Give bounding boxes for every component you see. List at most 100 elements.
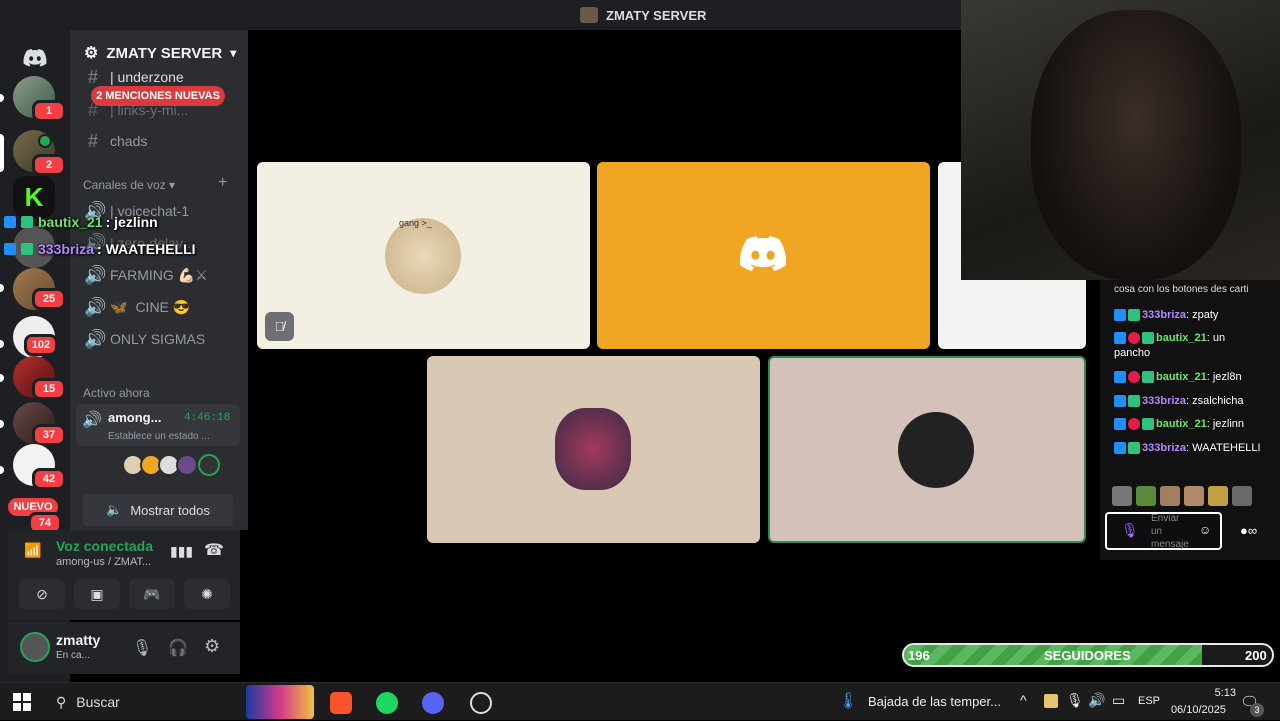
discord-logo-icon: [739, 236, 787, 277]
add-channel-icon[interactable]: +: [218, 174, 227, 192]
screen-share-button[interactable]: ▣: [74, 579, 120, 609]
username[interactable]: zmatty: [56, 632, 100, 648]
voice-channel-name[interactable]: among-us / ZMAT...: [56, 556, 151, 568]
window-title: ZMATY SERVER: [580, 7, 706, 23]
thermometer-icon: 🌡: [838, 693, 859, 710]
emote-icon[interactable]: [1112, 486, 1132, 506]
video-tile-2[interactable]: [597, 162, 930, 349]
voice-connected-panel: 📶 Voz conectada among-us / ZMAT... ▮▮▮ ☎…: [8, 530, 240, 620]
spotify-icon[interactable]: [376, 692, 398, 714]
camera-off-icon: ⊘: [36, 585, 48, 602]
microphone-tray-icon[interactable]: 🎙: [1066, 692, 1084, 709]
windows-taskbar: ⚲ Buscar 🌡 Bajada de las temper... ^ 🎙 🔊 …: [0, 682, 1280, 720]
network-icon[interactable]: ▭: [1112, 692, 1125, 709]
discord-home-icon[interactable]: [13, 36, 57, 80]
weather-text[interactable]: Bajada de las temper...: [868, 694, 1001, 709]
active-status: Establece un estado ...: [108, 431, 210, 442]
show-all-button[interactable]: 🔈 Mostrar todos: [83, 494, 233, 526]
speaker-icon: 🔊: [84, 296, 107, 317]
chat-message: 333briza: WAATEHELLI: [1114, 441, 1264, 456]
emote-icon[interactable]: [1136, 486, 1156, 506]
emoji-icon[interactable]: ☺: [1199, 523, 1211, 537]
badge-icon: [1128, 309, 1140, 322]
microphone-icon[interactable]: 🎙: [1121, 522, 1139, 539]
search-icon: ⚲: [56, 693, 67, 710]
video-tile-4[interactable]: [427, 356, 760, 543]
windows-start-icon[interactable]: [13, 693, 31, 716]
badge-icon: [21, 243, 33, 255]
user-panel: zmatty En ca... 🎙 🎧 ⚙: [8, 622, 240, 674]
badge-icon: [1114, 332, 1126, 345]
camera-off-button[interactable]: ⊘: [19, 579, 65, 609]
discord-taskbar-icon[interactable]: [422, 692, 444, 714]
unread-pill: [0, 284, 4, 292]
channel-only-sigmas[interactable]: 🔊 ONLY SIGMAS: [80, 324, 240, 354]
badge-icon: [1114, 418, 1126, 431]
emote-icon[interactable]: [1232, 486, 1252, 506]
followers-current: 196: [908, 648, 930, 663]
microphone-icon[interactable]: 🎙: [132, 638, 152, 658]
extensions-icon[interactable]: ●∞: [1240, 523, 1257, 538]
unread-pill: [0, 94, 4, 102]
overlay-chat-line-1: bautix_21 : jezlinn: [4, 214, 158, 230]
chat-message: bautix_21: un pancho: [1114, 332, 1226, 359]
gear-icon[interactable]: ⚙: [204, 636, 220, 657]
chat-message: 333briza: zsalchicha: [1114, 394, 1264, 409]
channel-farming[interactable]: 🔊 FARMING 💪🏻⚔: [80, 260, 240, 290]
unread-pill: [0, 420, 4, 428]
voice-category[interactable]: Canales de voz ▾: [83, 178, 175, 192]
badge-icon: [1128, 418, 1140, 431]
volume-icon[interactable]: 🔊: [1088, 692, 1105, 709]
channel-links[interactable]: # | links-y-mi...: [80, 98, 240, 122]
speaker-icon: 🔊: [84, 264, 107, 285]
badge-icon: [1114, 395, 1126, 408]
video-tile-5-speaking[interactable]: [768, 356, 1086, 543]
clock-time[interactable]: 5:13: [1176, 687, 1236, 699]
mention-badge: 2: [32, 154, 66, 176]
channel-sidebar: ⚙ ZMATY SERVER ▾ # | underzone 2 MENCIONE…: [70, 30, 248, 530]
badge-icon: [1128, 395, 1140, 408]
avatar[interactable]: [20, 632, 50, 662]
channel-underzone[interactable]: # | underzone: [80, 66, 240, 88]
badge-icon: [4, 243, 16, 255]
unread-pill: [0, 340, 4, 348]
active-channel-card[interactable]: 🔊 among... 4:46:18 Establece un estado .…: [76, 404, 240, 446]
active-channel-name: among...: [108, 410, 162, 425]
tray-app-icon[interactable]: [1044, 694, 1058, 708]
speaker-icon: 🔈: [106, 502, 123, 517]
headphones-icon[interactable]: 🎧: [168, 638, 188, 658]
chat-input-placeholder: Enviar un mensaje: [1151, 513, 1189, 550]
emote-icon[interactable]: [1208, 486, 1228, 506]
emote-icon[interactable]: [1160, 486, 1180, 506]
chat-message: bautix_21: jezl8n: [1114, 370, 1264, 385]
emote-row[interactable]: [1112, 486, 1252, 506]
video-tile-1[interactable]: gang >_ 🎙̸: [257, 162, 590, 349]
active-timer: 4:46:18: [184, 412, 231, 424]
taskbar-search[interactable]: ⚲ Buscar: [46, 683, 246, 721]
channel-chads[interactable]: # chads: [80, 126, 240, 156]
chevron-up-icon[interactable]: ^: [1020, 692, 1027, 708]
badge-icon: [1114, 442, 1126, 455]
channel-cine[interactable]: 🔊 🦋 CINE 😎: [80, 292, 240, 322]
brave-browser-icon[interactable]: [330, 692, 352, 714]
badge-icon: [1142, 371, 1154, 384]
kick-server-icon[interactable]: K: [13, 176, 55, 218]
emote-icon[interactable]: [1184, 486, 1204, 506]
followers-label: SEGUIDORES: [1044, 648, 1131, 663]
mention-badge: 42: [32, 468, 66, 490]
search-highlight-image[interactable]: [246, 685, 314, 719]
voice-active-icon: [38, 134, 52, 148]
clock-date[interactable]: 06/10/2025: [1166, 704, 1226, 716]
noise-suppression-icon[interactable]: ▮▮▮: [170, 543, 193, 560]
language-indicator[interactable]: ESP: [1138, 695, 1160, 707]
activities-button[interactable]: 🎮: [129, 579, 175, 609]
soundboard-button[interactable]: ✺: [184, 579, 230, 609]
obs-icon[interactable]: [470, 692, 492, 714]
signal-icon[interactable]: 📶: [24, 542, 41, 559]
tile-caption: gang >_: [399, 218, 432, 228]
chat-input[interactable]: 🎙 Enviar un mensaje ☺: [1105, 512, 1222, 550]
muted-mic-icon: 🎙̸: [265, 312, 294, 341]
active-members[interactable]: [122, 454, 222, 476]
disconnect-icon[interactable]: ☎: [204, 540, 224, 560]
mention-badge: 15: [32, 378, 66, 400]
